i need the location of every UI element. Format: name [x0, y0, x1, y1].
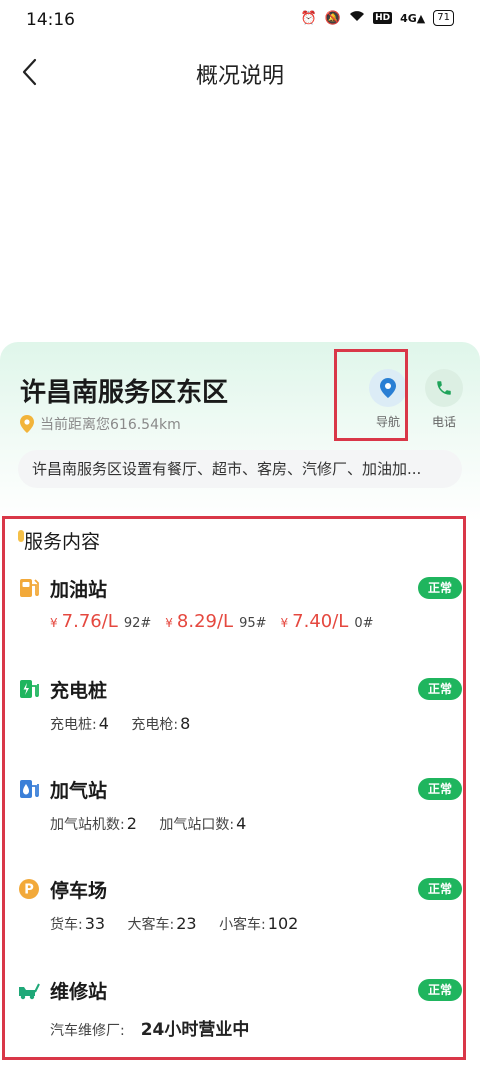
status-bar: 14:16 ⏰ 🔕 HD 4G▲ 71 — [0, 0, 480, 40]
page-title: 概况说明 — [195, 64, 284, 89]
service-name: 维修站 — [50, 981, 108, 1003]
fuel-price: 8.29/L — [176, 611, 234, 632]
status-badge: 正常 — [418, 878, 462, 900]
currency-symbol: ¥ — [50, 616, 58, 630]
ports-value: 4 — [236, 814, 247, 833]
fuel-price: 7.40/L — [292, 611, 349, 632]
repair-label: 汽车维修厂: — [50, 1023, 125, 1039]
service-charging: 充电桩 正常 充电桩: 4 充电枪: 8 — [18, 676, 464, 756]
fuel-grade: 95# — [239, 616, 267, 631]
service-name: 加油站 — [50, 579, 108, 601]
call-button[interactable]: 电话 — [420, 369, 468, 430]
hd-icon: HD — [373, 12, 393, 24]
mute-icon: 🔕 — [324, 10, 342, 26]
status-icons: ⏰ 🔕 HD 4G▲ 71 — [301, 10, 454, 26]
service-name: 停车场 — [50, 880, 108, 902]
station-name: 许昌南服务区东区 — [20, 378, 229, 408]
battery-icon: 71 — [433, 10, 454, 26]
truck-value: 33 — [84, 914, 106, 933]
fuel-pump-icon — [20, 579, 39, 597]
signal-4g-icon: 4G▲ — [400, 11, 426, 25]
status-time: 14:16 — [26, 10, 75, 30]
parking-details: 货车: 33 大客车: 23 小客车: 102 — [50, 914, 316, 934]
repair-truck-icon — [19, 983, 40, 1000]
pile-label: 充电桩: — [50, 717, 97, 733]
repair-details: 汽车维修厂: 24小时营业中 — [50, 1015, 267, 1040]
gas-filling-details: 加气站机数: 2 加气站口数: 4 — [50, 814, 264, 834]
highlight-box-navigate — [334, 349, 408, 441]
status-badge: 正常 — [418, 979, 462, 1001]
wifi-icon — [349, 10, 365, 26]
service-gas-station: 加油站 正常 ¥ 7.76/L 92# ¥ 8.29/L 95# ¥ 7.40/… — [18, 575, 464, 655]
currency-symbol: ¥ — [280, 616, 289, 630]
call-icon-circle — [425, 369, 463, 407]
car-label: 小客车: — [219, 917, 266, 933]
phone-icon — [437, 381, 451, 395]
status-badge: 正常 — [418, 678, 462, 700]
top-bar: 概况说明 — [0, 44, 480, 104]
gun-value: 8 — [180, 714, 191, 733]
currency-symbol: ¥ — [165, 616, 173, 630]
service-gas-filling: 加气站 正常 加气站机数: 2 加气站口数: 4 — [18, 776, 464, 856]
station-description[interactable]: 许昌南服务区设置有餐厅、超市、客房、汽修厂、加油加... — [18, 450, 462, 488]
services-title: 服务内容 — [24, 531, 101, 553]
call-label: 电话 — [431, 415, 456, 429]
charging-details: 充电桩: 4 充电枪: 8 — [50, 714, 208, 734]
service-name: 加气站 — [50, 780, 108, 802]
location-pin-icon — [20, 415, 34, 433]
machines-label: 加气站机数: — [50, 817, 125, 833]
truck-label: 货车: — [50, 917, 83, 933]
ports-label: 加气站口数: — [159, 817, 235, 833]
pile-value: 4 — [98, 714, 109, 733]
distance-row: 当前距离您616.54km — [20, 414, 181, 434]
service-parking: P 停车场 正常 货车: 33 大客车: 23 小客车: 102 — [18, 876, 464, 956]
fuel-prices: ¥ 7.76/L 92# ¥ 8.29/L 95# ¥ 7.40/L 0# — [50, 611, 387, 632]
repair-hours: 24小时营业中 — [140, 1020, 250, 1040]
status-badge: 正常 — [418, 577, 462, 599]
service-repair: 维修站 正常 汽车维修厂: 24小时营业中 — [18, 977, 464, 1057]
bus-label: 大客车: — [127, 917, 175, 933]
fuel-grade: 92# — [123, 616, 152, 631]
bus-value: 23 — [176, 914, 197, 933]
svg-text:P: P — [24, 883, 34, 898]
service-name: 充电桩 — [50, 680, 108, 702]
gas-station-icon — [20, 780, 39, 798]
car-value: 102 — [267, 914, 299, 933]
alarm-icon: ⏰ — [300, 10, 317, 26]
machines-value: 2 — [126, 814, 137, 833]
charging-station-icon — [20, 680, 39, 698]
gun-label: 充电枪: — [131, 717, 179, 733]
parking-icon: P — [19, 879, 39, 899]
fuel-price: 7.76/L — [61, 611, 118, 632]
distance-text: 当前距离您616.54km — [40, 417, 181, 433]
fuel-grade: 0# — [354, 616, 374, 631]
status-badge: 正常 — [418, 778, 462, 800]
